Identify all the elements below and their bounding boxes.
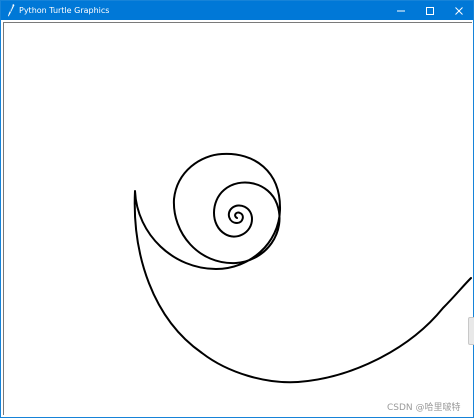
maximize-icon <box>426 7 434 15</box>
minimize-icon <box>397 10 405 12</box>
close-icon <box>455 7 463 15</box>
spiral-path <box>133 152 472 384</box>
client-area <box>1 20 474 417</box>
maximize-button[interactable] <box>416 1 444 20</box>
turtle-drawing <box>133 152 472 384</box>
close-button[interactable] <box>445 1 473 20</box>
minimize-button[interactable] <box>387 1 415 20</box>
turtle-window: Python Turtle Graphics CSDN @哈里啵特 <box>0 0 474 418</box>
scrollbar-handle[interactable] <box>468 317 474 345</box>
turtle-canvas[interactable] <box>3 22 472 415</box>
watermark: CSDN @哈里啵特 <box>387 403 461 413</box>
title-bar[interactable]: Python Turtle Graphics <box>1 1 473 20</box>
feather-icon <box>8 4 15 17</box>
window-title: Python Turtle Graphics <box>19 6 110 15</box>
